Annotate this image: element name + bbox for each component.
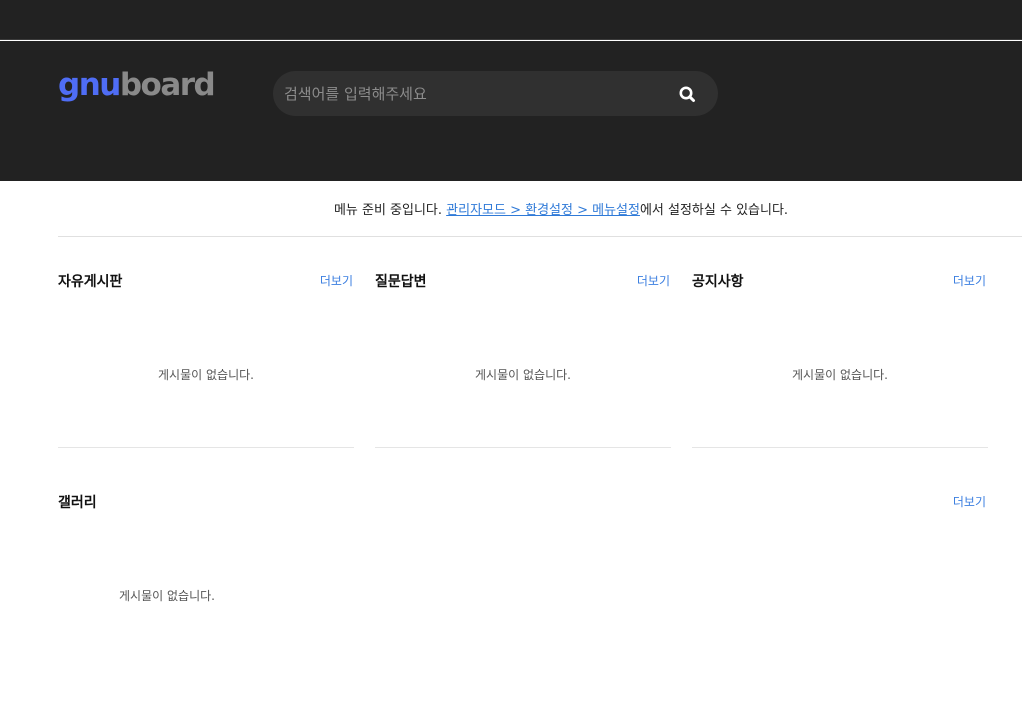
search-button[interactable] bbox=[673, 81, 701, 107]
notice-text-before: 메뉴 준비 중입니다. bbox=[333, 203, 447, 218]
empty-message: 게시물이 없습니다. bbox=[475, 368, 571, 382]
board-title: 갤러리 bbox=[58, 495, 97, 511]
board-gallery: 갤러리 더보기 게시물이 없습니다. bbox=[58, 492, 988, 612]
board-title: 질문답변 bbox=[375, 274, 427, 290]
empty-message: 게시물이 없습니다. bbox=[119, 589, 215, 603]
board-divider bbox=[375, 447, 671, 448]
search-input[interactable] bbox=[273, 71, 663, 116]
more-link[interactable]: 더보기 bbox=[637, 272, 670, 289]
admin-menu-settings-link[interactable]: 관리자모드 > 환경설정 > 메뉴설정 bbox=[446, 199, 640, 218]
menu-notice: 메뉴 준비 중입니다. 관리자모드 > 환경설정 > 메뉴설정 에서 설정하실 … bbox=[58, 181, 1022, 237]
board-title: 자유게시판 bbox=[58, 274, 123, 290]
board-divider bbox=[692, 447, 988, 448]
more-link[interactable]: 더보기 bbox=[953, 272, 986, 289]
logo-text-gnu: gnu bbox=[58, 67, 121, 103]
magnifier-icon bbox=[679, 86, 695, 102]
site-header: gnu board bbox=[0, 41, 1022, 181]
more-link[interactable]: 더보기 bbox=[953, 493, 986, 510]
more-link[interactable]: 더보기 bbox=[320, 272, 353, 289]
top-bar bbox=[0, 0, 1022, 40]
notice-text-after: 에서 설정하실 수 있습니다. bbox=[639, 203, 789, 218]
board-divider bbox=[58, 447, 354, 448]
board-qa: 질문답변 더보기 게시물이 없습니다. bbox=[375, 271, 671, 449]
logo-text-board: board bbox=[119, 67, 216, 103]
search-box bbox=[273, 71, 718, 116]
site-logo[interactable]: gnu board bbox=[58, 67, 216, 111]
empty-message: 게시물이 없습니다. bbox=[158, 368, 254, 382]
board-free: 자유게시판 더보기 게시물이 없습니다. bbox=[58, 271, 354, 449]
board-title: 공지사항 bbox=[692, 274, 744, 290]
empty-message: 게시물이 없습니다. bbox=[792, 368, 888, 382]
board-notice: 공지사항 더보기 게시물이 없습니다. bbox=[692, 271, 988, 449]
